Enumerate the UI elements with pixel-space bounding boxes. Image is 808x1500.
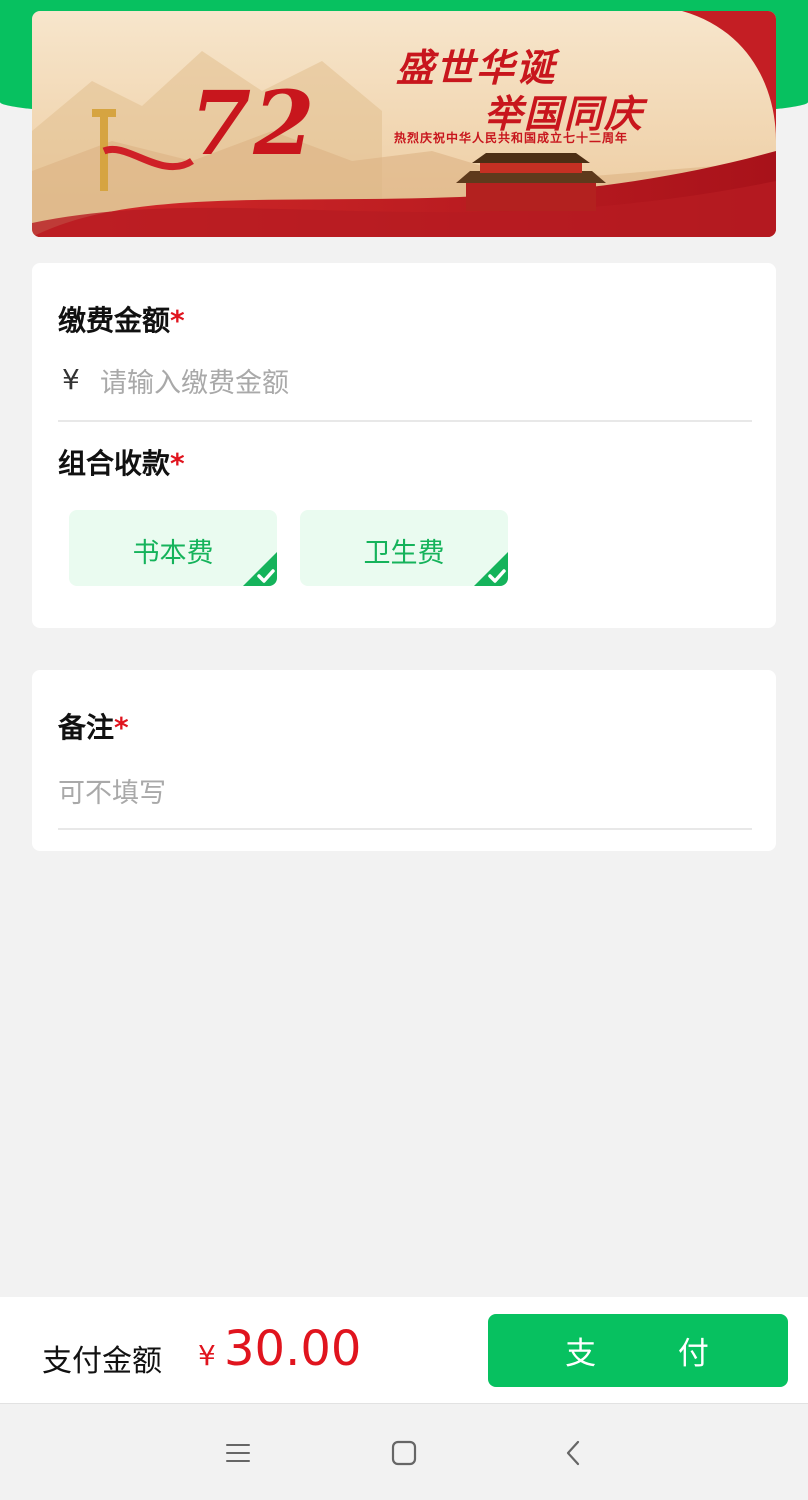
amount-label: 缴费金额* bbox=[58, 299, 185, 339]
remark-divider bbox=[58, 828, 752, 830]
combo-label: 组合收款* bbox=[58, 442, 185, 482]
payment-footer: 支付金额 ¥ 30.00 支 付 bbox=[0, 1297, 808, 1403]
pay-button-char-1: 支 bbox=[565, 1336, 599, 1372]
checkmark-corner-icon bbox=[474, 552, 508, 586]
amount-input[interactable] bbox=[100, 363, 740, 403]
required-mark: * bbox=[170, 447, 185, 480]
back-chevron-icon[interactable] bbox=[559, 1438, 589, 1468]
banner-subtitle: 热烈庆祝中华人民共和国成立七十二周年 bbox=[394, 131, 629, 145]
pay-currency-symbol: ¥ bbox=[198, 1339, 216, 1372]
pay-button-char-2: 付 bbox=[677, 1336, 711, 1372]
banner-number: 72 bbox=[190, 71, 317, 175]
amount-label-text: 缴费金额 bbox=[58, 304, 171, 337]
system-navigation-bar bbox=[0, 1403, 808, 1500]
pay-amount-value: 30.00 bbox=[224, 1321, 362, 1377]
amount-divider bbox=[58, 420, 752, 422]
currency-symbol: ¥ bbox=[62, 363, 80, 396]
remark-label: 备注* bbox=[58, 706, 129, 746]
remark-card: 备注* bbox=[32, 670, 776, 851]
combo-label-text: 组合收款 bbox=[58, 447, 171, 480]
remark-input[interactable] bbox=[58, 772, 752, 814]
pay-button[interactable]: 支 付 bbox=[488, 1314, 788, 1387]
checkmark-corner-icon bbox=[243, 552, 277, 586]
payment-form-card: 缴费金额* ¥ 组合收款* 书本费 卫生费 bbox=[32, 263, 776, 628]
celebration-banner[interactable]: 72 盛世华诞 举国同庆 热烈庆祝中华人民共和国成立七十二周年 bbox=[32, 11, 776, 237]
required-mark: * bbox=[114, 711, 129, 744]
remark-label-text: 备注 bbox=[58, 711, 115, 744]
required-mark: * bbox=[170, 304, 185, 337]
menu-icon[interactable] bbox=[223, 1438, 253, 1468]
combo-option-book-fee[interactable]: 书本费 bbox=[69, 510, 277, 586]
amount-input-row: ¥ bbox=[58, 363, 752, 423]
pay-amount-label: 支付金额 bbox=[42, 1344, 162, 1379]
combo-option-hygiene-fee[interactable]: 卫生费 bbox=[300, 510, 508, 586]
home-square-icon[interactable] bbox=[389, 1438, 419, 1468]
